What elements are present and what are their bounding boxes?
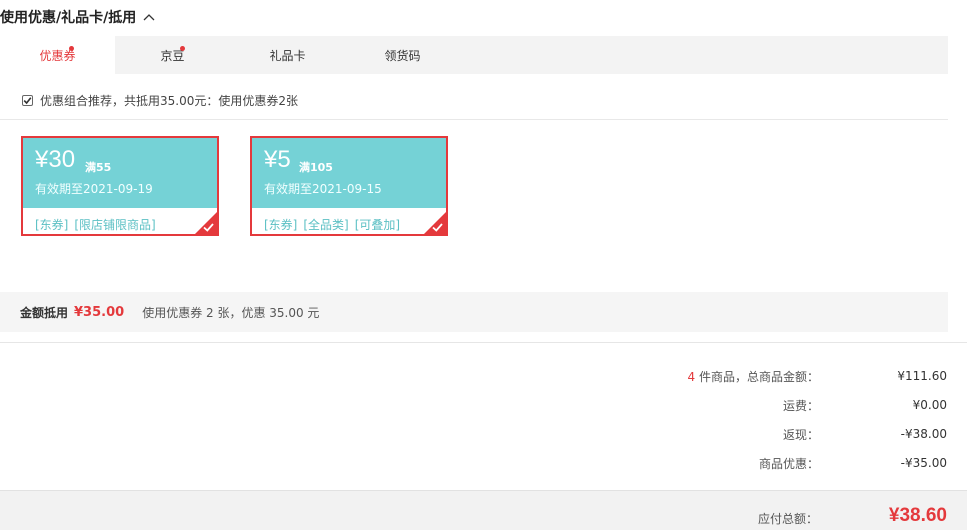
product-discount-row: 商品优惠： -¥35.00 (547, 454, 947, 472)
coupon-tag: [东券] (35, 218, 69, 232)
section-title: 使用优惠/礼品卡/抵用 (0, 10, 137, 26)
tab-gift-card[interactable]: 礼品卡 (230, 36, 345, 74)
tab-pickup-code[interactable]: 领货码 (345, 36, 460, 74)
goods-total-value: ¥111.60 (897, 369, 947, 383)
cashback-value: -¥38.00 (900, 427, 947, 441)
coupon-face: ¥5 满105 有效期至2021-09-15 (252, 138, 446, 208)
tab-label: 礼品卡 (269, 48, 306, 63)
recommend-checkbox[interactable] (22, 95, 33, 106)
shipping-label: 运费： (782, 398, 819, 413)
notification-dot-icon (180, 46, 185, 51)
shipping-row: 运费： ¥0.00 (547, 396, 947, 414)
cashback-row: 返现： -¥38.00 (547, 425, 947, 443)
coupon-condition: 满55 (85, 161, 112, 174)
selected-check-icon (424, 212, 446, 234)
coupon-condition: 满105 (299, 161, 333, 174)
summary-amount: ¥35.00 (74, 304, 125, 320)
recommend-option[interactable]: 优惠组合推荐，共抵用35.00元：使用优惠券2张 (22, 92, 298, 109)
coupon-face: ¥30 满55 有效期至2021-09-19 (23, 138, 217, 208)
tab-label: 领货码 (384, 48, 421, 63)
total-label: 应付总额： (757, 512, 818, 526)
coupon-tag: [限店铺限商品] (74, 218, 156, 232)
coupon-tag: [东券] (264, 218, 298, 232)
notification-dot-icon (69, 46, 74, 51)
total-bar: 应付总额： ¥38.60 (0, 490, 967, 530)
coupon-card[interactable]: ¥5 满105 有效期至2021-09-15 [东券] [全品类] [可叠加] (250, 136, 448, 236)
coupon-tag: [可叠加] (354, 218, 401, 232)
cashback-label: 返现： (782, 427, 819, 442)
recommend-text: 优惠组合推荐，共抵用35.00元：使用优惠券2张 (40, 94, 298, 108)
coupon-expiry: 有效期至2021-09-15 (264, 182, 382, 196)
selected-check-icon (195, 212, 217, 234)
coupon-tags: [东券] [全品类] [可叠加] (264, 216, 406, 233)
coupon-tags: [东券] [限店铺限商品] (35, 216, 162, 233)
goods-total-text: 件商品，总商品金额： (695, 369, 819, 384)
tab-coupons[interactable]: 优惠券 (0, 36, 115, 74)
coupon-amount: ¥30 (35, 146, 76, 173)
goods-total-label: 4 件商品，总商品金额： (688, 368, 819, 385)
coupon-card[interactable]: ¥30 满55 有效期至2021-09-19 [东券] [限店铺限商品] (21, 136, 219, 236)
summary-detail: 使用优惠券 2 张，优惠 35.00 元 (142, 305, 320, 320)
discount-summary: 金额抵用 ¥35.00 使用优惠券 2 张，优惠 35.00 元 (0, 292, 948, 332)
total-value: ¥38.60 (888, 505, 947, 526)
coupon-tag: [全品类] (303, 218, 349, 232)
summary-label: 金额抵用 (20, 305, 69, 320)
divider (0, 119, 948, 120)
divider (0, 342, 967, 343)
section-header[interactable]: 使用优惠/礼品卡/抵用 (0, 6, 156, 28)
coupon-expiry: 有效期至2021-09-19 (35, 182, 153, 196)
tab-jingdou[interactable]: 京豆 (115, 36, 230, 74)
shipping-value: ¥0.00 (912, 398, 947, 412)
product-discount-label: 商品优惠： (758, 456, 819, 471)
product-discount-value: -¥35.00 (900, 456, 947, 470)
coupon-amount: ¥5 (264, 146, 291, 173)
discount-tabs: 优惠券 京豆 礼品卡 领货码 (0, 36, 948, 74)
goods-total-row: 4 件商品，总商品金额： ¥111.60 (547, 367, 947, 385)
chevron-up-icon[interactable] (142, 10, 156, 24)
